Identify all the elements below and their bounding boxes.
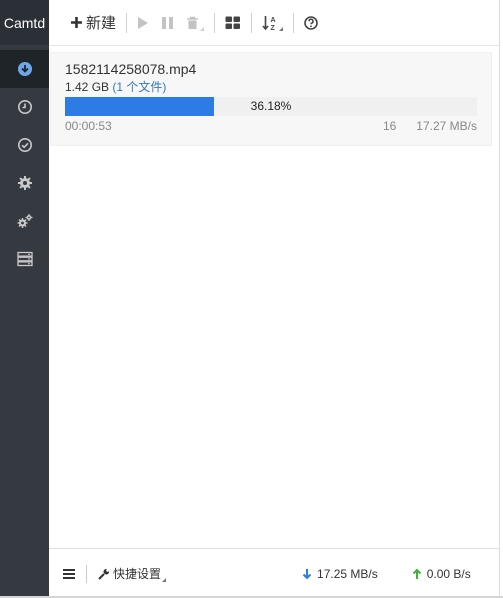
wrench-icon bbox=[98, 568, 110, 580]
arrow-up-icon bbox=[412, 568, 421, 579]
toolbar-divider bbox=[251, 12, 253, 33]
select-all-button[interactable] bbox=[219, 8, 247, 38]
task-list: 1582114258078.mp4 1.42 GB (1 个文件) 36.18%… bbox=[49, 46, 499, 146]
sidebar-item-waiting[interactable] bbox=[0, 88, 49, 126]
play-icon bbox=[138, 16, 149, 29]
task-files-link[interactable]: (1 个文件) bbox=[112, 80, 166, 94]
sort-button[interactable]: AZ bbox=[256, 8, 289, 38]
arrow-down-icon bbox=[302, 568, 312, 579]
pause-icon bbox=[162, 16, 174, 29]
toolbar-divider bbox=[214, 12, 216, 33]
main-panel: 新建 AZ 1582114258078.mp4 1.42 GB (1 个文件) … bbox=[49, 0, 500, 598]
plus-icon bbox=[71, 17, 82, 28]
task-meta: 00:00:53 16 17.27 MB/s bbox=[65, 118, 477, 134]
new-task-label: 新建 bbox=[86, 15, 117, 32]
gear-icon bbox=[17, 176, 32, 190]
trash-icon bbox=[187, 16, 199, 29]
download-speed: 17.25 MB/s bbox=[302, 567, 378, 581]
gears-icon bbox=[17, 214, 32, 228]
new-task-button[interactable]: 新建 bbox=[64, 8, 122, 38]
chevron-down-icon bbox=[200, 23, 205, 31]
sidebar-item-advanced-settings[interactable] bbox=[0, 202, 49, 240]
chevron-down-icon bbox=[162, 574, 167, 582]
task-connections: 16 bbox=[382, 119, 397, 133]
download-circle-icon bbox=[17, 62, 32, 76]
sidebar-item-downloading[interactable] bbox=[0, 50, 49, 88]
start-button[interactable] bbox=[131, 8, 155, 38]
sidebar-item-server-status[interactable] bbox=[0, 240, 49, 278]
task-progress-text: 36.18% bbox=[250, 99, 292, 113]
check-circle-icon bbox=[17, 138, 32, 152]
help-icon bbox=[304, 15, 318, 30]
server-icon bbox=[16, 251, 33, 267]
clock-icon bbox=[17, 100, 32, 114]
upload-speed-value: 0.00 B/s bbox=[426, 566, 471, 581]
upload-speed: 0.00 B/s bbox=[412, 567, 471, 581]
sidebar-item-settings[interactable] bbox=[0, 164, 49, 202]
task-size: 1.42 GB bbox=[65, 80, 110, 94]
toolbar: 新建 AZ bbox=[49, 0, 499, 46]
quick-settings-label: 快捷设置 bbox=[113, 567, 162, 581]
footer-divider bbox=[86, 564, 87, 583]
task-speed: 17.27 MB/s bbox=[416, 119, 477, 133]
menu-icon[interactable] bbox=[62, 567, 76, 581]
task-row[interactable]: 1582114258078.mp4 1.42 GB (1 个文件) 36.18%… bbox=[50, 52, 492, 146]
sort-az-icon: AZ bbox=[262, 15, 276, 31]
brand-title[interactable]: Camtd bbox=[0, 0, 49, 45]
toolbar-divider bbox=[293, 12, 295, 33]
pause-button[interactable] bbox=[155, 8, 180, 38]
download-speed-value: 17.25 MB/s bbox=[317, 566, 378, 581]
sidebar: Camtd bbox=[0, 0, 49, 598]
status-footer: 快捷设置 17.25 MB/s 0.00 B/s bbox=[49, 548, 499, 598]
help-button[interactable] bbox=[298, 8, 324, 38]
chevron-down-icon bbox=[279, 23, 284, 31]
quick-settings-button[interactable]: 快捷设置 bbox=[98, 565, 167, 582]
task-elapsed-time: 00:00:53 bbox=[65, 119, 112, 133]
task-size-line: 1.42 GB (1 个文件) bbox=[65, 80, 477, 94]
sidebar-item-stopped[interactable] bbox=[0, 126, 49, 164]
toolbar-divider bbox=[126, 12, 128, 33]
svg-text:Z: Z bbox=[271, 25, 276, 31]
task-progress-bar: 36.18% bbox=[65, 97, 477, 116]
grid-icon bbox=[225, 16, 241, 29]
task-file-name: 1582114258078.mp4 bbox=[65, 61, 197, 77]
sidebar-nav bbox=[0, 50, 49, 278]
svg-text:A: A bbox=[271, 17, 276, 24]
delete-button[interactable] bbox=[180, 8, 210, 38]
